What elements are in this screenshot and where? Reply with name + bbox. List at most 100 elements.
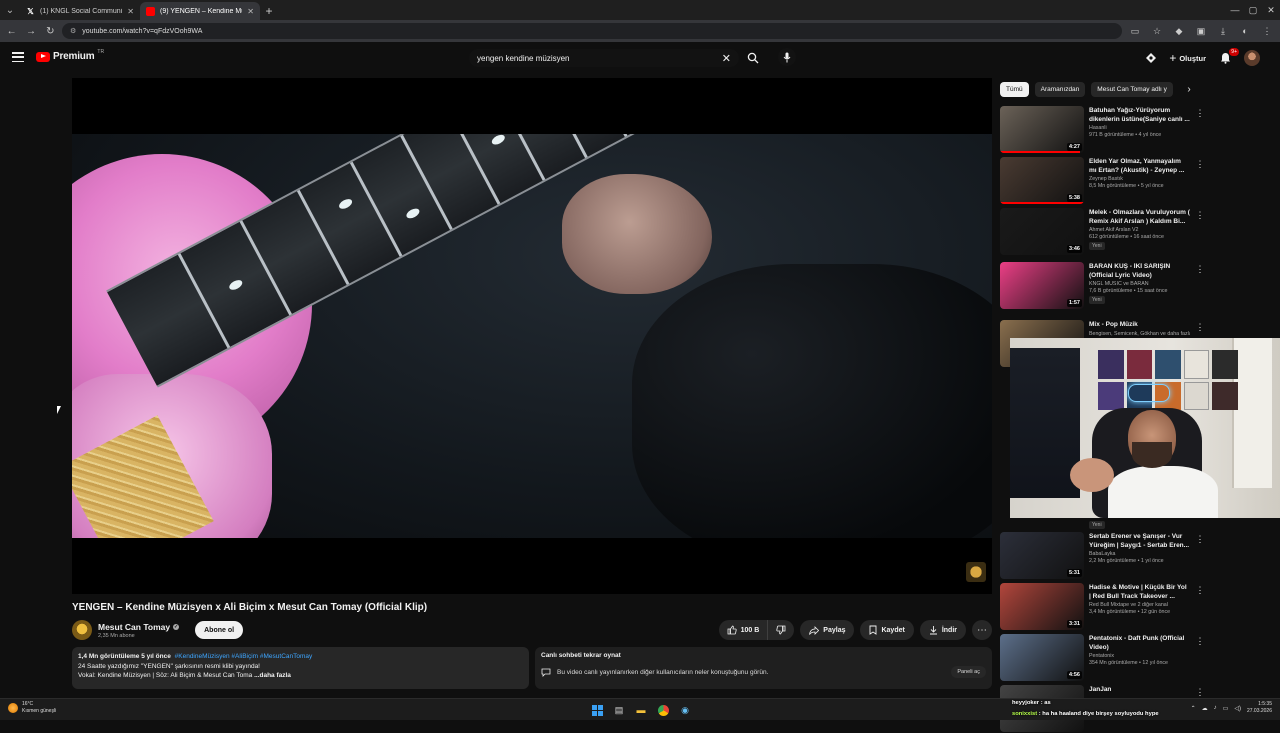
- recommendation-title[interactable]: Sertab Erener ve Şanışer - Vur Yüreğim |…: [1089, 533, 1190, 550]
- recommendation-title[interactable]: Mix - Pop Müzik: [1089, 321, 1190, 330]
- cast-icon[interactable]: ▭: [1126, 22, 1144, 40]
- file-explorer-icon[interactable]: ▬: [632, 701, 650, 719]
- more-vert-icon[interactable]: ⋮: [1195, 208, 1205, 256]
- recommendation-title[interactable]: Hadise & Motive | Küçük Bir Yol | Red Bu…: [1089, 584, 1190, 601]
- recommendation-title[interactable]: JanJan: [1089, 686, 1190, 695]
- more-vert-icon[interactable]: ⋮: [1195, 634, 1205, 682]
- volume-icon[interactable]: ◁): [1234, 705, 1241, 712]
- recommendation-item[interactable]: 4:27 Batuhan Yağız-Yürüyorum dikenlerin ü…: [1000, 106, 1205, 154]
- recommendation-item[interactable]: 3:31 Hadise & Motive | Küçük Bir Yol | Re…: [1000, 583, 1205, 631]
- channel-avatar[interactable]: [72, 620, 92, 640]
- recommendation-title[interactable]: Elden Yar Olmaz, Yanmayalım mı Ertan? (A…: [1089, 158, 1190, 175]
- recommendation-item[interactable]: 5:31 Sertab Erener ve Şanışer - Vur Yüreğ…: [1000, 532, 1205, 580]
- microphone-icon[interactable]: [778, 48, 796, 66]
- chip-from-search[interactable]: Aramanızdan: [1034, 81, 1086, 97]
- steam-icon[interactable]: ◉: [676, 701, 694, 719]
- network-icon[interactable]: ▭: [1223, 705, 1229, 712]
- profile-icon[interactable]: ◐: [1236, 22, 1254, 40]
- download-button[interactable]: İndir: [919, 620, 966, 640]
- hashtags[interactable]: #KendineMüzisyen #AliBiçim #MesutCanToma…: [175, 653, 313, 660]
- save-button[interactable]: Kaydet: [860, 620, 914, 640]
- recommendation-title[interactable]: Melek - Olmazlara Vuruluyorum ( Remix Ak…: [1089, 209, 1190, 226]
- menu-icon[interactable]: [12, 51, 24, 63]
- tab-close-icon[interactable]: ✕: [127, 7, 134, 16]
- recommendation-channel[interactable]: Hasanli: [1089, 125, 1190, 131]
- tab-youtube[interactable]: (9) YENGEN – Kendine Müzisyen ✕: [140, 2, 260, 20]
- reload-icon[interactable]: ↻: [43, 22, 58, 40]
- new-tab-button[interactable]: +: [260, 2, 278, 20]
- chip-all[interactable]: Tümü: [1000, 81, 1029, 97]
- more-actions-icon[interactable]: ⋯: [972, 620, 992, 640]
- share-button[interactable]: Paylaş: [800, 620, 855, 640]
- create-button[interactable]: + Oluştur: [1169, 51, 1206, 65]
- recommendation-channel[interactable]: Bengisen, Semicenk, Gökhan ve daha fazla…: [1089, 331, 1190, 337]
- bookmark-star-icon[interactable]: ☆: [1148, 22, 1166, 40]
- video-thumbnail[interactable]: 4:27: [1000, 106, 1084, 153]
- mic-tray-icon[interactable]: ♪: [1214, 705, 1217, 711]
- more-vert-icon[interactable]: ⋮: [1195, 583, 1205, 631]
- recommendation-item[interactable]: 3:46 Melek - Olmazlara Vuruluyorum ( Remi…: [1000, 208, 1205, 256]
- chevron-right-icon[interactable]: ›: [1182, 81, 1196, 97]
- video-thumbnail[interactable]: 3:31: [1000, 583, 1084, 630]
- windows-start-icon[interactable]: [588, 701, 606, 719]
- search-icon[interactable]: [744, 49, 762, 67]
- task-view-icon[interactable]: ▤: [610, 701, 628, 719]
- video-thumbnail[interactable]: 4:56: [1000, 634, 1084, 681]
- video-description[interactable]: 1,4 Mn görüntüleme 5 yıl önce #KendineMü…: [72, 647, 529, 689]
- forward-icon[interactable]: →: [23, 22, 38, 40]
- search-input[interactable]: yengen kendine müzisyen ✕: [469, 49, 739, 67]
- weather-widget[interactable]: 16°C Kısmen güneşli: [8, 701, 56, 715]
- recommendation-item[interactable]: 4:56 Pentatonix - Daft Punk (Official Vid…: [1000, 634, 1205, 682]
- download-icon[interactable]: ⤓: [1214, 22, 1232, 40]
- open-panel-button[interactable]: Paneli aç: [951, 666, 986, 678]
- close-window-icon[interactable]: ✕: [1262, 0, 1280, 20]
- show-more-link[interactable]: ...daha fazla: [254, 672, 291, 679]
- browser-menu-icon[interactable]: ⋮: [1258, 22, 1276, 40]
- site-info-icon[interactable]: ⚙: [70, 27, 76, 35]
- tray-chevron-icon[interactable]: ⌃: [1191, 705, 1196, 712]
- chrome-icon[interactable]: [654, 701, 672, 719]
- channel-name[interactable]: Mesut Can Tomay ✓: [98, 622, 180, 632]
- back-icon[interactable]: ←: [4, 22, 19, 40]
- address-bar[interactable]: ⚙ youtube.com/watch?v=qFdzVOoh9WA: [61, 23, 1122, 39]
- youtube-logo[interactable]: Premium TR: [36, 49, 104, 62]
- more-vert-icon[interactable]: ⋮: [1195, 262, 1205, 310]
- clock[interactable]: 1:5:35 27.03.2026: [1247, 701, 1272, 715]
- subscribe-button[interactable]: Abone ol: [195, 621, 244, 639]
- recommendation-channel[interactable]: Ahmet Akif Arslan V2: [1089, 227, 1190, 233]
- chip-channel[interactable]: Mesut Can Tomay adlı y: [1091, 81, 1173, 97]
- like-button[interactable]: 100 B: [719, 620, 769, 640]
- more-vert-icon[interactable]: ⋮: [1195, 157, 1205, 205]
- video-player[interactable]: [72, 78, 992, 594]
- recommendation-channel[interactable]: BabaLayka: [1089, 551, 1190, 557]
- video-thumbnail[interactable]: 5:38: [1000, 157, 1084, 204]
- video-thumbnail[interactable]: 1:57: [1000, 262, 1084, 309]
- more-vert-icon[interactable]: ⋮: [1195, 532, 1205, 580]
- clear-search-icon[interactable]: ✕: [722, 52, 731, 65]
- recommendation-channel[interactable]: Zeynep Bastık: [1089, 176, 1190, 182]
- notifications-bell-icon[interactable]: 9+: [1218, 48, 1239, 65]
- video-thumbnail[interactable]: 3:46: [1000, 208, 1084, 255]
- channel-watermark[interactable]: [966, 562, 986, 582]
- cast-connect-icon[interactable]: [1145, 52, 1157, 64]
- account-avatar[interactable]: [1244, 50, 1260, 66]
- extensions-puzzle-icon[interactable]: ▣: [1192, 22, 1210, 40]
- dislike-button[interactable]: [768, 620, 794, 640]
- tab-close-icon[interactable]: ✕: [247, 7, 254, 16]
- recommendation-title[interactable]: Pentatonix - Daft Punk (Official Video): [1089, 635, 1190, 652]
- cloud-icon[interactable]: ☁: [1202, 705, 1208, 712]
- tab-x-kngl[interactable]: 𝕏 (1) KNGL Social Community / X ✕: [20, 2, 140, 20]
- more-vert-icon[interactable]: ⋮: [1195, 106, 1205, 154]
- recommendation-title[interactable]: Batuhan Yağız-Yürüyorum dikenlerin üstün…: [1089, 107, 1190, 124]
- extension-icon[interactable]: ◆: [1170, 22, 1188, 40]
- video-thumbnail[interactable]: 5:31: [1000, 532, 1084, 579]
- tab-search-icon[interactable]: ⌄: [0, 0, 20, 20]
- recommendation-channel[interactable]: KNGL MUSIC ve BARAN: [1089, 281, 1190, 287]
- recommendation-item[interactable]: 5:38 Elden Yar Olmaz, Yanmayalım mı Ertan…: [1000, 157, 1205, 205]
- minimize-icon[interactable]: —: [1226, 0, 1244, 20]
- recommendation-channel[interactable]: Pentatonix: [1089, 653, 1190, 659]
- recommendation-item[interactable]: 1:57 BARAN KUŞ - İKİ SARIŞIN (Official Ly…: [1000, 262, 1205, 310]
- recommendation-channel[interactable]: Red Bull Mixtape ve 2 diğer kanal: [1089, 602, 1190, 608]
- recommendation-title[interactable]: BARAN KUŞ - İKİ SARIŞIN (Official Lyric …: [1089, 263, 1190, 280]
- maximize-icon[interactable]: ▢: [1244, 0, 1262, 20]
